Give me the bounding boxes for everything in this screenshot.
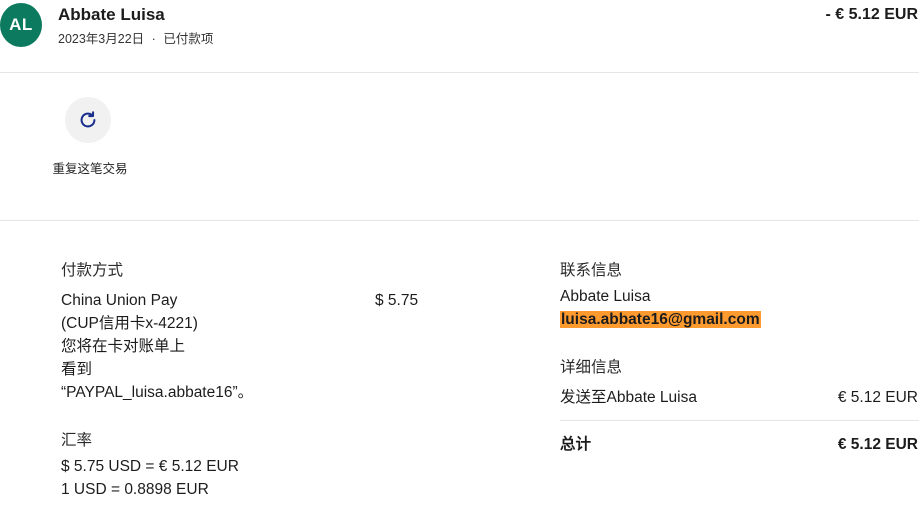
payment-method-details: China Union Pay (CUP信用卡x-4221) 您将在卡对账单上 … [61,289,291,404]
transaction-meta: 2023年3月22日 · 已付款项 [58,28,213,47]
header-divider [0,72,919,73]
repeat-transaction-button[interactable] [65,97,111,143]
details-heading: 详细信息 [560,359,623,376]
details-divider [560,420,919,421]
meta-separator: · [151,32,156,46]
exchange-rate-unit: 1 USD = 0.8898 EUR [61,481,209,498]
avatar: AL [0,3,42,47]
exchange-rate-heading: 汇率 [61,432,93,449]
sent-to-label: 发送至Abbate Luisa [560,389,697,406]
payment-card-info: (CUP信用卡x-4221) [61,315,198,332]
repeat-transaction-label[interactable]: 重复这笔交易 [52,160,128,179]
statement-descriptor: “PAYPAL_luisa.abbate16”。 [61,384,254,401]
payment-amount: $ 5.75 [375,292,419,309]
payment-method-heading: 付款方式 [61,262,124,279]
statement-note-line1: 您将在卡对账单上 [61,338,186,355]
contact-email: luisa.abbate16@gmail.com [560,308,761,331]
statement-note-line2: 看到 [61,361,93,378]
exchange-rate-conversion: $ 5.75 USD = € 5.12 EUR [61,458,239,475]
refresh-icon [80,111,96,128]
transaction-status: 已付款项 [163,32,214,46]
payment-method-name: China Union Pay [61,292,178,309]
actions-divider [0,220,919,221]
transaction-date: 2023年3月22日 [58,32,145,46]
contact-info-heading: 联系信息 [560,262,623,279]
total-label: 总计 [560,436,592,453]
contact-name: Abbate Luisa [560,288,651,305]
transaction-amount: - € 5.12 EUR [825,6,918,23]
contact-email-link[interactable]: luisa.abbate16@gmail.com [560,311,761,328]
sent-to-amount: € 5.12 EUR [837,389,918,406]
counterparty-name: Abbate Luisa [58,5,165,24]
total-amount: € 5.12 EUR [837,436,918,453]
